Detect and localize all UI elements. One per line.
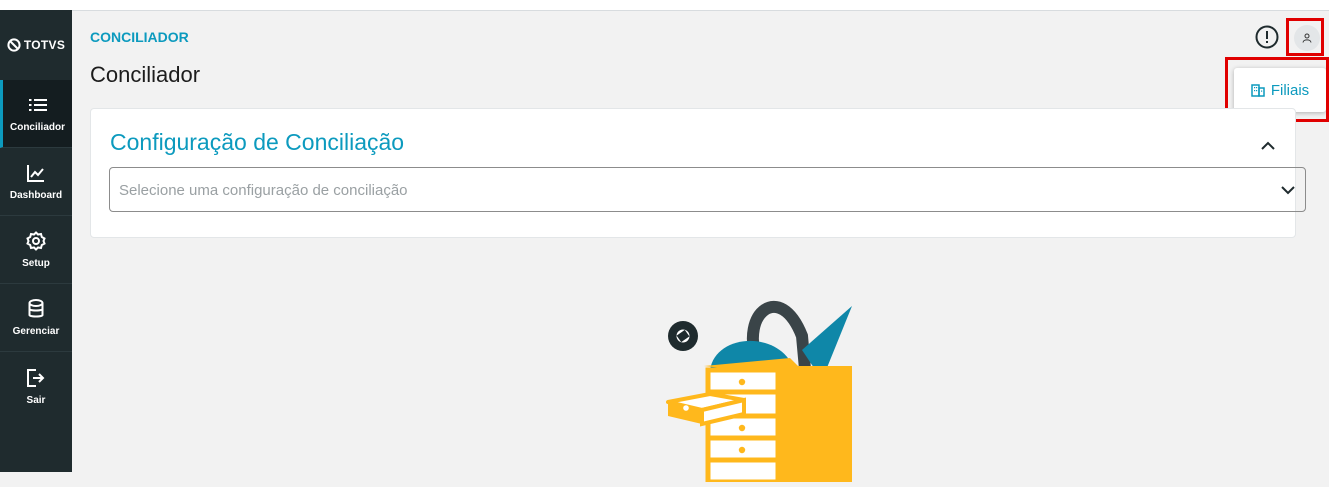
totvs-logo-icon — [7, 38, 21, 52]
sidebar-item-sair[interactable]: Sair — [0, 352, 72, 420]
config-select[interactable]: Selecione uma configuração de conciliaçã… — [109, 167, 1306, 212]
select-placeholder: Selecione uma configuração de conciliaçã… — [119, 182, 408, 199]
sidebar-item-gerenciar[interactable]: Gerenciar — [0, 284, 72, 352]
gear-icon — [26, 230, 46, 252]
page-title: Conciliador — [90, 62, 201, 87]
config-card: Configuração de Conciliação Selecione um… — [90, 108, 1306, 238]
sidebar-item-label: Dashboard — [9, 190, 63, 201]
empty-state-illustration — [662, 292, 862, 487]
chevron-down-icon — [1281, 182, 1295, 200]
help-icon[interactable] — [1255, 25, 1279, 54]
sidebar-item-label: Conciliador — [9, 122, 65, 133]
sidebar-item-dashboard[interactable]: Dashboard — [0, 148, 72, 216]
brand-logo: TOTVS — [0, 10, 72, 80]
card-title: Configuração de Conciliação — [110, 129, 405, 155]
brand-name: TOTVS — [23, 38, 66, 52]
database-icon — [28, 298, 44, 320]
sidebar-item-label: Setup — [22, 258, 50, 269]
chart-icon — [27, 162, 45, 184]
sidebar-item-conciliador[interactable]: Conciliador — [0, 80, 72, 148]
main-content: CONCILIADOR Conciliador Filiais Configur… — [72, 10, 1329, 485]
sidebar-item-setup[interactable]: Setup — [0, 216, 72, 284]
list-icon — [28, 94, 47, 116]
sidebar-item-label: Gerenciar — [12, 326, 60, 337]
sidebar: TOTVS Conciliador Dashboard Setup Gerenc… — [0, 10, 72, 472]
sidebar-item-label: Sair — [26, 394, 46, 406]
breadcrumb[interactable]: CONCILIADOR — [90, 29, 189, 45]
user-button-highlight — [1286, 18, 1324, 56]
logout-icon — [27, 367, 45, 389]
chevron-up-icon — [1261, 141, 1275, 150]
collapse-button[interactable] — [1261, 137, 1275, 155]
